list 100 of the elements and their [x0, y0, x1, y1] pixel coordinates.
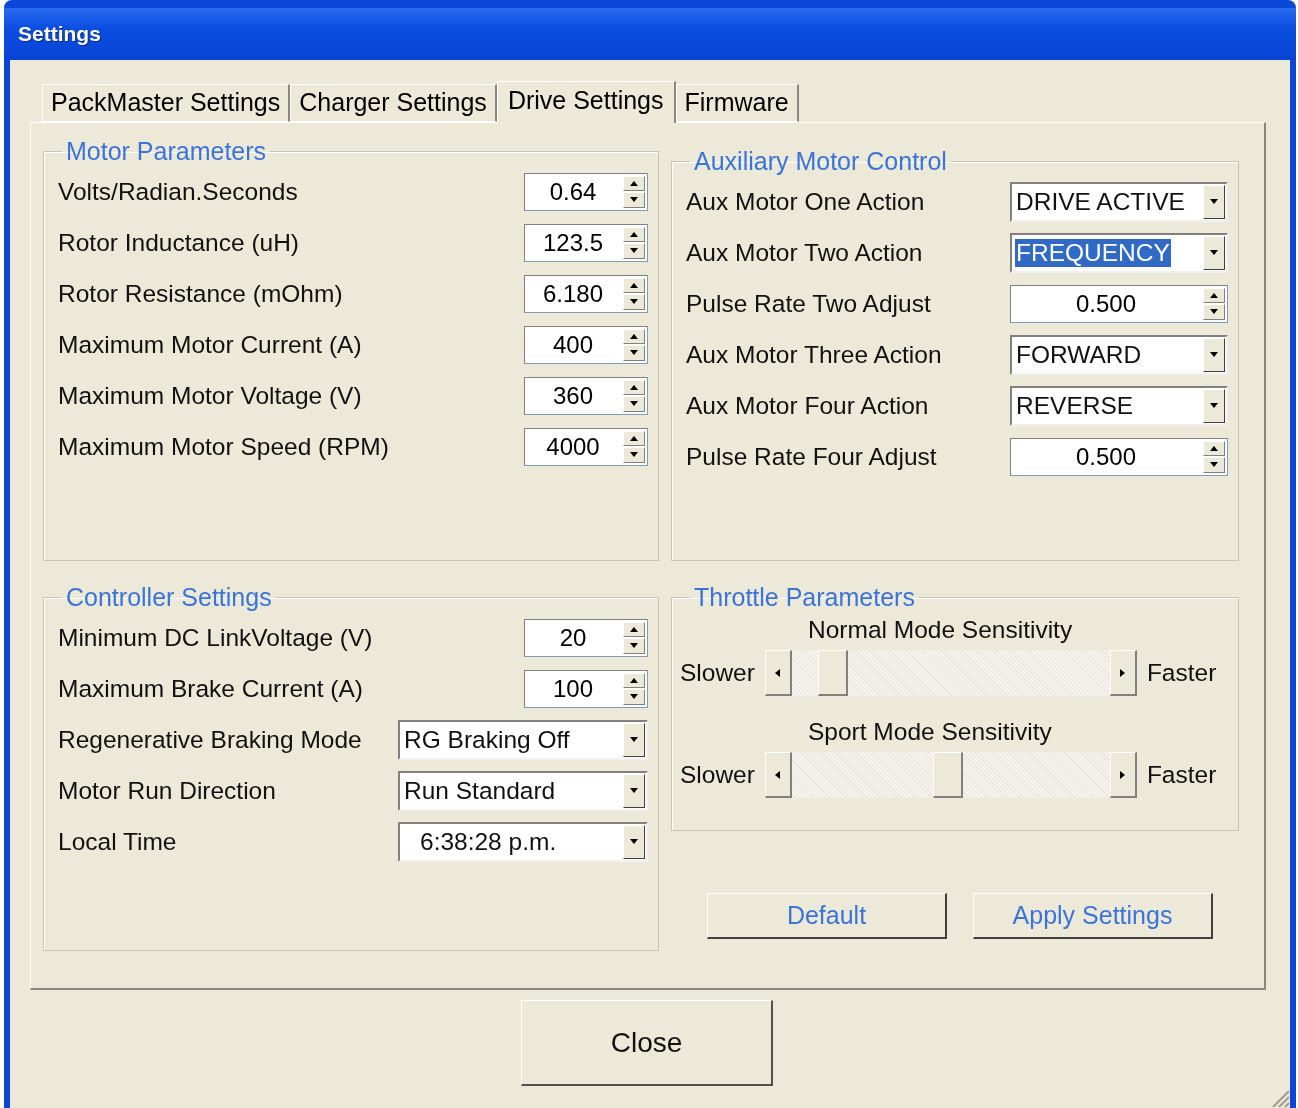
tab[interactable]: Firmware — [675, 84, 799, 122]
spin-field[interactable]: 0.500 — [1010, 437, 1228, 476]
field-label: Aux Motor Three Action — [686, 340, 942, 369]
spin-up-button[interactable] — [623, 328, 645, 344]
dropdown-button[interactable] — [1203, 337, 1225, 372]
spin-down-button[interactable] — [623, 294, 645, 310]
spin-field[interactable]: 123.5 — [524, 223, 648, 262]
spin-field[interactable]: 20 — [524, 618, 648, 657]
dropdown-field[interactable]: FREQUENCY — [1010, 232, 1228, 273]
up-arrow-icon — [630, 384, 638, 390]
action-button[interactable]: Apply Settings — [973, 893, 1213, 939]
scroll-left-button[interactable] — [764, 650, 792, 696]
dropdown-button[interactable] — [623, 773, 645, 808]
spin-up-button[interactable] — [623, 672, 645, 688]
spin-up-button[interactable] — [623, 379, 645, 395]
scroll-right-button[interactable] — [1109, 650, 1137, 696]
up-arrow-icon — [630, 333, 638, 339]
spin-field[interactable]: 4000 — [524, 427, 648, 466]
spin-field[interactable]: 6.180 — [524, 274, 648, 313]
caret-icon — [1210, 250, 1218, 255]
field-label: Aux Motor One Action — [686, 187, 925, 216]
down-arrow-icon — [630, 694, 638, 700]
spin-down-button[interactable] — [623, 638, 645, 654]
spin-up-button[interactable] — [1203, 440, 1225, 456]
window-title: Settings — [18, 22, 101, 46]
field-label: Minimum DC LinkVoltage (V) — [58, 623, 373, 652]
caret-icon — [630, 839, 638, 844]
up-arrow-icon — [630, 435, 638, 441]
dropdown-field[interactable]: FORWARD — [1010, 334, 1228, 375]
field-label: Maximum Motor Voltage (V) — [58, 381, 362, 410]
spin-field[interactable]: 0.64 — [524, 172, 648, 211]
up-arrow-icon — [630, 282, 638, 288]
dropdown-button[interactable] — [1203, 184, 1225, 219]
slider-label: Normal Mode Sensitivity — [808, 616, 1074, 644]
tab[interactable]: Drive Settings — [496, 81, 676, 123]
field-label: Rotor Inductance (uH) — [58, 228, 300, 257]
field-label: Volts/Radian.Seconds — [58, 177, 298, 206]
dropdown-field[interactable]: Run Standard — [398, 770, 648, 811]
action-button[interactable]: Default — [707, 893, 947, 939]
group-title: Controller Settings — [65, 583, 273, 612]
spin-up-button[interactable] — [623, 430, 645, 446]
down-arrow-icon — [630, 350, 638, 356]
spin-field[interactable]: 360 — [524, 376, 648, 415]
tab[interactable]: PackMaster Settings — [42, 84, 291, 122]
spin-up-button[interactable] — [623, 175, 645, 191]
scroll-left-button[interactable] — [764, 752, 792, 798]
caret-icon — [1210, 403, 1218, 408]
spin-down-button[interactable] — [623, 345, 645, 361]
spin-up-button[interactable] — [623, 226, 645, 242]
dropdown-button[interactable] — [1203, 388, 1225, 423]
caret-icon — [630, 788, 638, 793]
group-title: Motor Parameters — [65, 137, 268, 166]
slider-label: Sport Mode Sensitivity — [808, 718, 1053, 746]
close-button[interactable]: Close — [521, 1000, 773, 1086]
spin-field[interactable]: 400 — [524, 325, 648, 364]
spin-field[interactable]: 0.500 — [1010, 284, 1228, 323]
dropdown-field[interactable]: RG Braking Off — [398, 719, 648, 760]
tab[interactable]: Charger Settings — [290, 84, 497, 122]
up-arrow-icon — [1210, 292, 1218, 298]
spin-down-button[interactable] — [623, 243, 645, 259]
spin-down-button[interactable] — [1203, 457, 1225, 473]
down-arrow-icon — [1210, 309, 1218, 315]
field-label: Pulse Rate Two Adjust — [686, 289, 931, 318]
down-arrow-icon — [630, 299, 638, 305]
slider-thumb[interactable] — [933, 752, 963, 798]
caret-icon — [1210, 199, 1218, 204]
dropdown-field[interactable]: 6:38:28 p.m. — [398, 821, 648, 862]
left-arrow-icon — [775, 668, 781, 677]
spin-down-button[interactable] — [623, 689, 645, 705]
right-arrow-icon — [1120, 770, 1126, 779]
spin-field[interactable]: 100 — [524, 669, 648, 708]
spin-up-button[interactable] — [623, 621, 645, 637]
dropdown-field[interactable]: DRIVE ACTIVE — [1010, 181, 1228, 222]
field-label: Rotor Resistance (mOhm) — [58, 279, 343, 308]
field-label: Regenerative Braking Mode — [58, 725, 362, 754]
scroll-right-button[interactable] — [1109, 752, 1137, 798]
slider-max-label: Faster — [1146, 761, 1217, 789]
spin-down-button[interactable] — [623, 192, 645, 208]
right-arrow-icon — [1120, 668, 1126, 677]
spin-down-button[interactable] — [623, 396, 645, 412]
caret-icon — [630, 737, 638, 742]
spin-down-button[interactable] — [623, 447, 645, 463]
spin-up-button[interactable] — [623, 277, 645, 293]
slider-thumb[interactable] — [817, 650, 848, 696]
dropdown-field[interactable]: REVERSE — [1010, 385, 1228, 426]
slider-min-label: Slower — [680, 761, 755, 789]
group-title: Auxiliary Motor Control — [693, 147, 948, 176]
down-arrow-icon — [630, 643, 638, 649]
field-label: Maximum Brake Current (A) — [58, 674, 363, 703]
field-label: Maximum Motor Current (A) — [58, 330, 362, 359]
dropdown-button[interactable] — [1203, 235, 1225, 270]
up-arrow-icon — [630, 180, 638, 186]
slider-min-label: Slower — [680, 659, 755, 687]
dropdown-button[interactable] — [623, 722, 645, 757]
dropdown-button[interactable] — [623, 824, 645, 859]
caret-icon — [1210, 352, 1218, 357]
spin-down-button[interactable] — [1203, 304, 1225, 320]
up-arrow-icon — [1210, 445, 1218, 451]
down-arrow-icon — [630, 401, 638, 407]
spin-up-button[interactable] — [1203, 287, 1225, 303]
